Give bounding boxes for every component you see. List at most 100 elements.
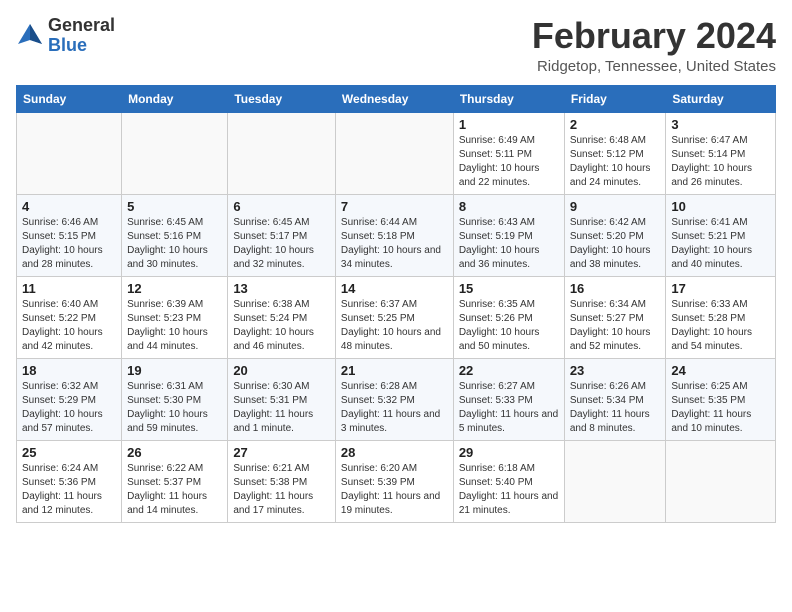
day-number: 12	[127, 281, 222, 296]
calendar-cell: 21 Sunrise: 6:28 AMSunset: 5:32 PMDayligh…	[335, 358, 453, 440]
day-number: 27	[233, 445, 330, 460]
calendar-week-2: 4Sunrise: 6:46 AMSunset: 5:15 PMDaylight…	[17, 194, 776, 276]
calendar-cell: 1Sunrise: 6:49 AMSunset: 5:11 PMDaylight…	[453, 112, 564, 194]
day-info: Sunrise: 6:27 AMSunset: 5:33 PMDaylight:…	[459, 380, 559, 436]
calendar-cell	[122, 112, 228, 194]
day-number: 28	[341, 445, 448, 460]
calendar-cell: 2Sunrise: 6:48 AMSunset: 5:12 PMDaylight…	[564, 112, 666, 194]
day-info: Sunrise: 6:28 AMSunset: 5:32 PMDaylight:…	[341, 380, 448, 436]
day-number: 24	[671, 363, 770, 378]
day-info: Sunrise: 6:25 AMSunset: 5:35 PMDaylight:…	[671, 380, 770, 436]
day-number: 29	[459, 445, 559, 460]
weekday-header-wednesday: Wednesday	[335, 85, 453, 112]
day-number: 16	[570, 281, 661, 296]
calendar-week-5: 25Sunrise: 6:24 AMSunset: 5:36 PMDayligh…	[17, 440, 776, 522]
day-info: Sunrise: 6:34 AMSunset: 5:27 PMDaylight:…	[570, 298, 661, 354]
weekday-header-row: SundayMondayTuesdayWednesdayThursdayFrid…	[17, 85, 776, 112]
day-number: 9	[570, 199, 661, 214]
calendar-week-3: 11 Sunrise: 6:40 AMSunset: 5:22 PMDayligh…	[17, 276, 776, 358]
day-number: 2	[570, 117, 661, 132]
page-title: February 2024	[532, 16, 776, 56]
calendar-cell: 28 Sunrise: 6:20 AMSunset: 5:39 PMDayligh…	[335, 440, 453, 522]
calendar-cell: 18 Sunrise: 6:32 AMSunset: 5:29 PMDayligh…	[17, 358, 122, 440]
day-info: Sunrise: 6:40 AMSunset: 5:22 PMDaylight:…	[22, 298, 116, 354]
day-number: 26	[127, 445, 222, 460]
day-info: Sunrise: 6:46 AMSunset: 5:15 PMDaylight:…	[22, 216, 116, 272]
calendar-cell: 13 Sunrise: 6:38 AMSunset: 5:24 PMDayligh…	[228, 276, 336, 358]
day-number: 15	[459, 281, 559, 296]
day-info: Sunrise: 6:32 AMSunset: 5:29 PMDaylight:…	[22, 380, 116, 436]
calendar-cell: 11 Sunrise: 6:40 AMSunset: 5:22 PMDayligh…	[17, 276, 122, 358]
day-info: Sunrise: 6:41 AMSunset: 5:21 PMDaylight:…	[671, 216, 770, 272]
day-info: Sunrise: 6:35 AMSunset: 5:26 PMDaylight:…	[459, 298, 559, 354]
day-info: Sunrise: 6:18 AMSunset: 5:40 PMDaylight:…	[459, 462, 559, 518]
calendar-cell: 16 Sunrise: 6:34 AMSunset: 5:27 PMDayligh…	[564, 276, 666, 358]
calendar-cell: 6Sunrise: 6:45 AMSunset: 5:17 PMDaylight…	[228, 194, 336, 276]
day-info: Sunrise: 6:20 AMSunset: 5:39 PMDaylight:…	[341, 462, 448, 518]
calendar-cell: 10 Sunrise: 6:41 AMSunset: 5:21 PMDayligh…	[666, 194, 776, 276]
day-info: Sunrise: 6:45 AMSunset: 5:17 PMDaylight:…	[233, 216, 330, 272]
calendar-cell: 26Sunrise: 6:22 AMSunset: 5:37 PMDayligh…	[122, 440, 228, 522]
calendar-cell: 25Sunrise: 6:24 AMSunset: 5:36 PMDayligh…	[17, 440, 122, 522]
calendar-cell	[335, 112, 453, 194]
calendar-cell: 17 Sunrise: 6:33 AMSunset: 5:28 PMDayligh…	[666, 276, 776, 358]
day-info: Sunrise: 6:31 AMSunset: 5:30 PMDaylight:…	[127, 380, 222, 436]
logo: General Blue	[16, 16, 115, 56]
day-number: 13	[233, 281, 330, 296]
day-info: Sunrise: 6:21 AMSunset: 5:38 PMDaylight:…	[233, 462, 330, 518]
day-number: 22	[459, 363, 559, 378]
day-info: Sunrise: 6:39 AMSunset: 5:23 PMDaylight:…	[127, 298, 222, 354]
calendar-cell: 4Sunrise: 6:46 AMSunset: 5:15 PMDaylight…	[17, 194, 122, 276]
calendar-week-1: 1Sunrise: 6:49 AMSunset: 5:11 PMDaylight…	[17, 112, 776, 194]
day-number: 18	[22, 363, 116, 378]
day-number: 21	[341, 363, 448, 378]
calendar-cell: 29 Sunrise: 6:18 AMSunset: 5:40 PMDayligh…	[453, 440, 564, 522]
calendar-header: SundayMondayTuesdayWednesdayThursdayFrid…	[17, 85, 776, 112]
day-info: Sunrise: 6:44 AMSunset: 5:18 PMDaylight:…	[341, 216, 448, 272]
day-number: 7	[341, 199, 448, 214]
day-number: 17	[671, 281, 770, 296]
logo-general-text: General	[48, 15, 115, 35]
calendar-cell: 23 Sunrise: 6:26 AMSunset: 5:34 PMDayligh…	[564, 358, 666, 440]
calendar-cell: 15 Sunrise: 6:35 AMSunset: 5:26 PMDayligh…	[453, 276, 564, 358]
day-info: Sunrise: 6:45 AMSunset: 5:16 PMDaylight:…	[127, 216, 222, 272]
day-info: Sunrise: 6:38 AMSunset: 5:24 PMDaylight:…	[233, 298, 330, 354]
day-number: 10	[671, 199, 770, 214]
day-info: Sunrise: 6:43 AMSunset: 5:19 PMDaylight:…	[459, 216, 559, 272]
calendar-cell: 19 Sunrise: 6:31 AMSunset: 5:30 PMDayligh…	[122, 358, 228, 440]
day-number: 8	[459, 199, 559, 214]
day-info: Sunrise: 6:37 AMSunset: 5:25 PMDaylight:…	[341, 298, 448, 354]
day-number: 19	[127, 363, 222, 378]
day-info: Sunrise: 6:33 AMSunset: 5:28 PMDaylight:…	[671, 298, 770, 354]
calendar-cell: 24 Sunrise: 6:25 AMSunset: 5:35 PMDayligh…	[666, 358, 776, 440]
weekday-header-thursday: Thursday	[453, 85, 564, 112]
calendar-cell: 3 Sunrise: 6:47 AMSunset: 5:14 PMDaylight…	[666, 112, 776, 194]
day-number: 23	[570, 363, 661, 378]
calendar-cell: 12 Sunrise: 6:39 AMSunset: 5:23 PMDayligh…	[122, 276, 228, 358]
page-subtitle: Ridgetop, Tennessee, United States	[532, 58, 776, 75]
calendar-cell: 9 Sunrise: 6:42 AMSunset: 5:20 PMDaylight…	[564, 194, 666, 276]
calendar-table: SundayMondayTuesdayWednesdayThursdayFrid…	[16, 85, 776, 523]
day-number: 11	[22, 281, 116, 296]
weekday-header-sunday: Sunday	[17, 85, 122, 112]
calendar-cell: 22 Sunrise: 6:27 AMSunset: 5:33 PMDayligh…	[453, 358, 564, 440]
day-number: 25	[22, 445, 116, 460]
day-info: Sunrise: 6:47 AMSunset: 5:14 PMDaylight:…	[671, 134, 770, 190]
calendar-cell: 20Sunrise: 6:30 AMSunset: 5:31 PMDayligh…	[228, 358, 336, 440]
calendar-cell: 27 Sunrise: 6:21 AMSunset: 5:38 PMDayligh…	[228, 440, 336, 522]
day-number: 5	[127, 199, 222, 214]
calendar-cell	[228, 112, 336, 194]
day-number: 1	[459, 117, 559, 132]
day-info: Sunrise: 6:42 AMSunset: 5:20 PMDaylight:…	[570, 216, 661, 272]
weekday-header-monday: Monday	[122, 85, 228, 112]
weekday-header-tuesday: Tuesday	[228, 85, 336, 112]
calendar-cell	[666, 440, 776, 522]
calendar-cell: 14 Sunrise: 6:37 AMSunset: 5:25 PMDayligh…	[335, 276, 453, 358]
day-number: 14	[341, 281, 448, 296]
day-info: Sunrise: 6:30 AMSunset: 5:31 PMDaylight:…	[233, 380, 330, 436]
calendar-cell: 8 Sunrise: 6:43 AMSunset: 5:19 PMDaylight…	[453, 194, 564, 276]
calendar-cell: 5 Sunrise: 6:45 AMSunset: 5:16 PMDaylight…	[122, 194, 228, 276]
weekday-header-friday: Friday	[564, 85, 666, 112]
day-number: 3	[671, 117, 770, 132]
day-info: Sunrise: 6:26 AMSunset: 5:34 PMDaylight:…	[570, 380, 661, 436]
